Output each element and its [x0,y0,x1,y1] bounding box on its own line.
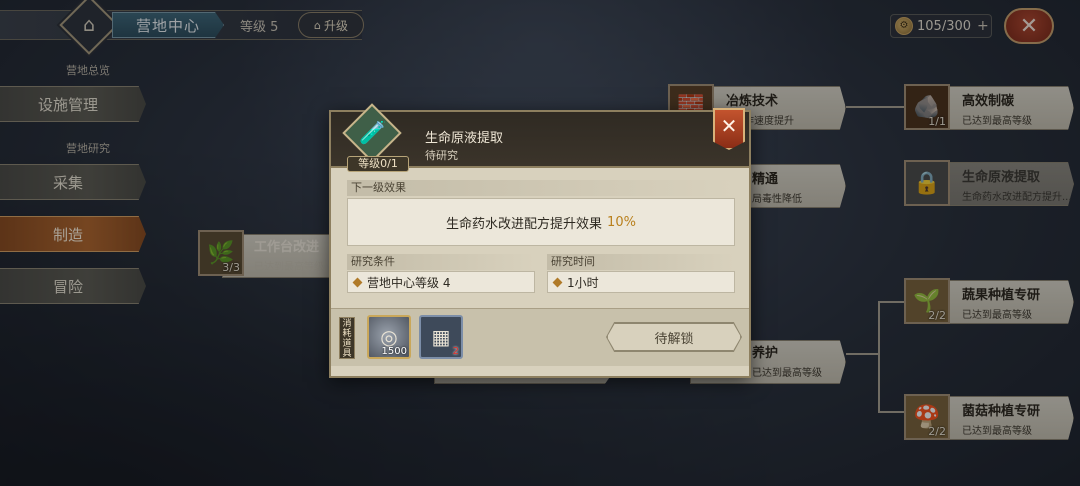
diamond-bullet-icon [552,277,563,287]
research-time-box: 1小时 [547,271,735,293]
research-title: 生命原液提取 [425,131,504,146]
research-level-tag: 等级0/1 [347,156,409,172]
effect-value: 10% [607,214,636,230]
cost-bar: 消耗道具 ◎ 1500 ▦ 2 待解锁 [331,308,749,366]
research-detail-modal: 🧪 等级0/1 生命原液提取 待研究 ✕ 下一级效果 生命药水改进配方提升效果 … [329,103,751,378]
cost-item-silver-coin[interactable]: ◎ 1500 [367,315,411,359]
requirement-label: 研究条件 [347,254,535,270]
requirement-box: 营地中心等级 4 [347,271,535,293]
modal-close-button[interactable]: ✕ [713,108,745,150]
research-status: 待研究 [425,149,458,162]
stone-tablet-icon: ▦ [431,325,451,349]
diamond-bullet-icon [352,277,363,287]
unlock-button[interactable]: 待解锁 [607,323,741,351]
next-effect-box: 生命药水改进配方提升效果 10% [347,198,735,246]
next-effect-label: 下一级效果 [347,180,735,196]
modal-header: 🧪 等级0/1 生命原液提取 待研究 [331,103,749,172]
potion-flask-icon: 🧪 [359,121,387,146]
research-time-label: 研究时间 [547,254,735,270]
cost-item-stone-tablet[interactable]: ▦ 2 [419,315,463,359]
cost-label: 消耗道具 [339,317,355,359]
